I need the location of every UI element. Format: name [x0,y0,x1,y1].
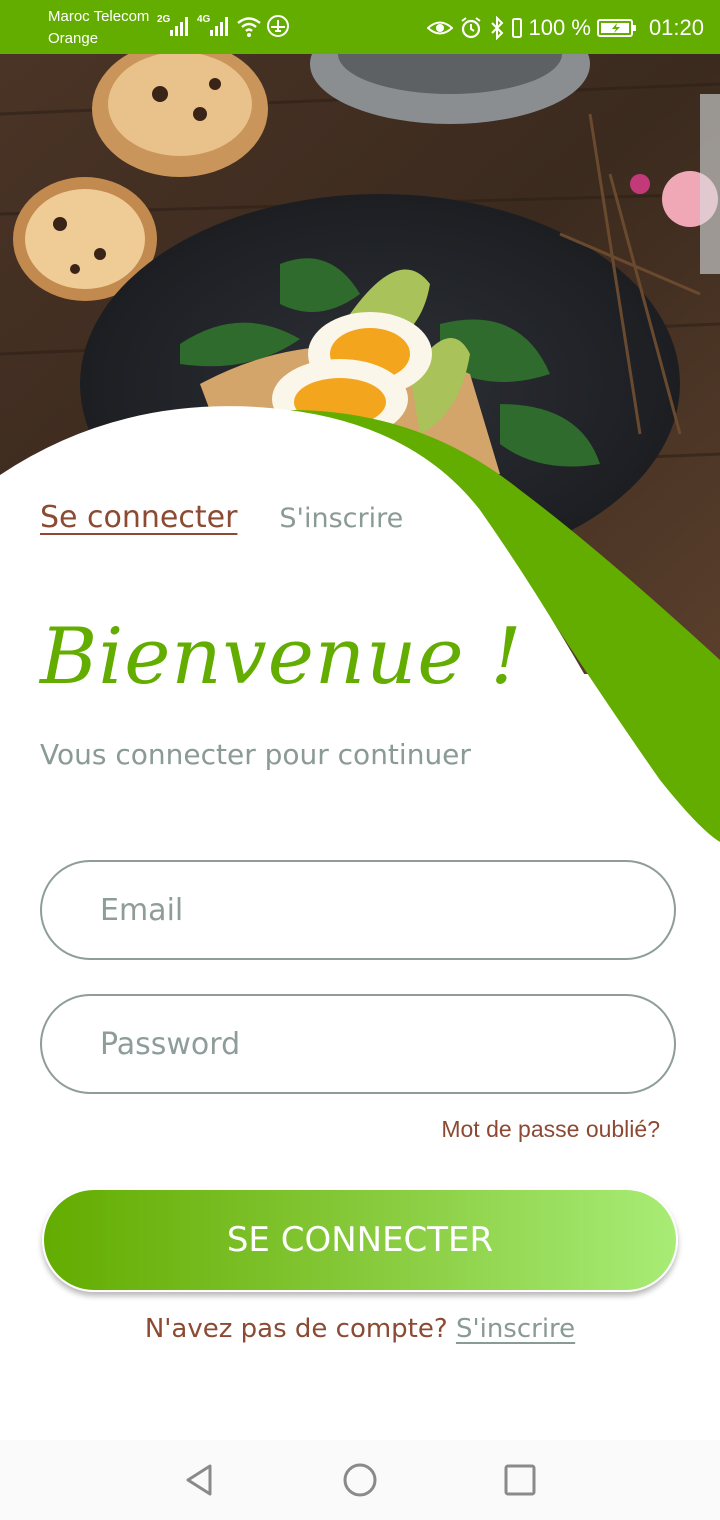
status-bar: Maroc Telecom Orange 2G 4G 100 % 01:20 [0,0,720,54]
home-icon[interactable] [340,1460,380,1500]
signal-icon [210,17,228,36]
password-field-container [40,994,676,1094]
eye-icon [426,21,453,35]
carrier-secondary: Orange [48,30,99,47]
system-nav-bar [0,1440,720,1520]
alarm-icon [460,17,481,39]
email-input[interactable] [42,862,674,958]
tab-signup[interactable]: S'inscrire [279,503,403,534]
forgot-password-link[interactable]: Mot de passe oublié? [441,1116,660,1143]
password-input[interactable] [42,996,674,1092]
signal-icon [170,17,188,36]
welcome-title: Bienvenue ! [40,612,523,702]
recents-icon[interactable] [500,1460,540,1500]
battery-percent: 100 % [528,15,591,40]
vibrate-icon [511,18,522,38]
welcome-subtitle: Vous connecter pour continuer [40,738,471,771]
email-field-container [40,860,676,960]
login-button[interactable]: SE CONNECTER [42,1188,678,1292]
clock: 01:20 [648,15,704,40]
auth-tabs: Se connecter S'inscrire [40,500,403,535]
battery-icon [596,19,636,37]
carrier-primary: Maroc Telecom [48,8,150,25]
signup-prompt: N'avez pas de compte? S'inscrire [0,1314,720,1344]
bluetooth-icon [490,16,503,40]
tab-login[interactable]: Se connecter [40,500,237,535]
airplane-icon [267,15,289,37]
signup-link[interactable]: S'inscrire [456,1314,575,1344]
no-account-text: N'avez pas de compte? [144,1314,448,1344]
wifi-icon [237,17,261,37]
back-icon[interactable] [180,1460,220,1500]
